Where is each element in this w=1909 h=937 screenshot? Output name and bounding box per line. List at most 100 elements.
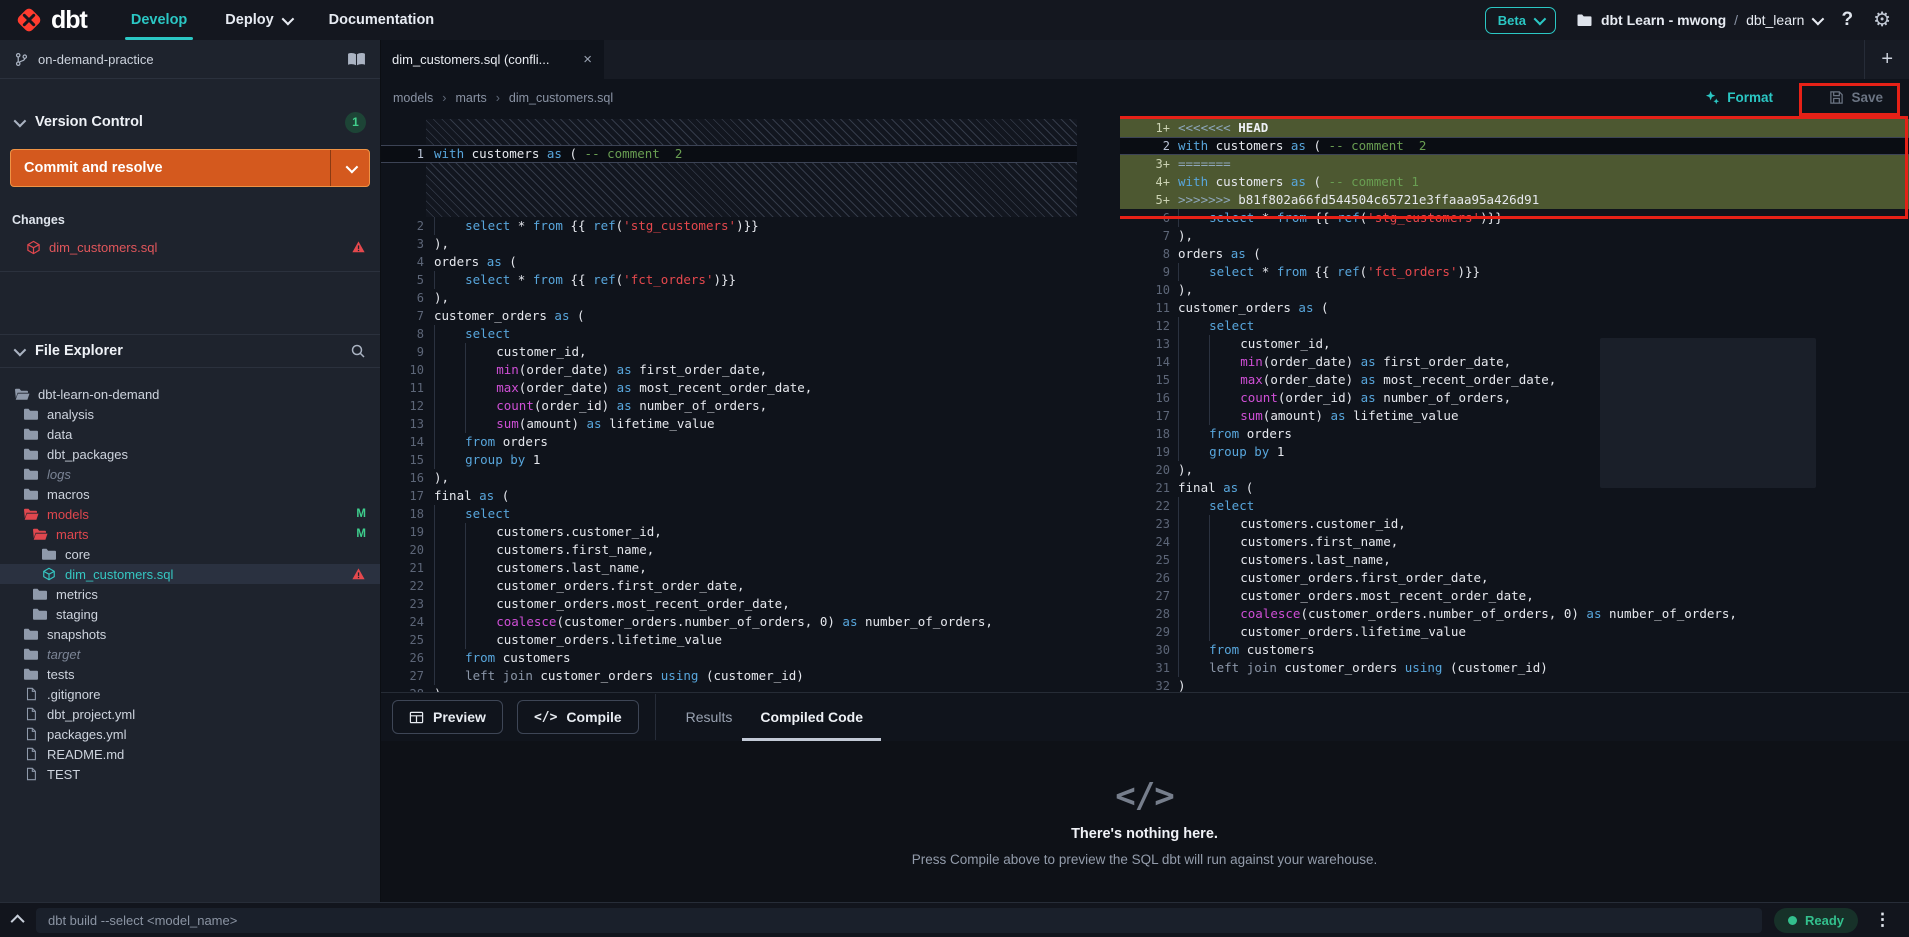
code-line-8[interactable]: 8 select	[380, 325, 1077, 343]
code-line-23[interactable]: 23 customer_orders.most_recent_order_dat…	[380, 595, 1077, 613]
breadcrumb-file[interactable]: dim_customers.sql	[509, 91, 613, 105]
editor-pane-right[interactable]: 1+<<<<<<< HEAD2with customers as ( -- co…	[1120, 116, 1909, 692]
code-line-27[interactable]: 27 left join customer_orders using (cust…	[380, 667, 1077, 685]
code-line-7[interactable]: 7),	[1120, 227, 1909, 245]
code-line-22[interactable]: 22 customer_orders.first_order_date,	[380, 577, 1077, 595]
tree-item-dbt-learn-on-demand[interactable]: dbt-learn-on-demand	[0, 384, 380, 404]
preview-button[interactable]: Preview	[392, 700, 503, 734]
nav-develop[interactable]: Develop	[131, 0, 187, 40]
tree-item-TEST[interactable]: TEST	[0, 764, 380, 784]
code-line-5[interactable]: 5 select * from {{ ref('fct_orders')}}	[380, 271, 1077, 289]
tree-item-target[interactable]: target	[0, 644, 380, 664]
tree-item-models[interactable]: modelsM	[0, 504, 380, 524]
close-icon[interactable]: ×	[583, 51, 592, 68]
code-line-12[interactable]: 12 select	[1120, 317, 1909, 335]
code-line-9[interactable]: 9 customer_id,	[380, 343, 1077, 361]
code-line-24[interactable]: 24 coalesce(customer_orders.number_of_or…	[380, 613, 1077, 631]
tree-item-packages.yml[interactable]: packages.yml	[0, 724, 380, 744]
tree-item-tests[interactable]: tests	[0, 664, 380, 684]
dbt-logo[interactable]: dbt	[0, 5, 97, 35]
code-line-4[interactable]: 4orders as (	[380, 253, 1077, 271]
code-line-28[interactable]: 28)	[380, 685, 1077, 692]
code-line-32[interactable]: 32)	[1120, 677, 1909, 692]
changed-file-row[interactable]: dim_customers.sql	[0, 235, 380, 259]
code-line-31[interactable]: 31 left join customer_orders using (cust…	[1120, 659, 1909, 677]
chevron-up-icon[interactable]	[11, 914, 25, 928]
code-line-26[interactable]: 26 from customers	[380, 649, 1077, 667]
nav-deploy[interactable]: Deploy	[225, 0, 290, 40]
code-line-2[interactable]: 2 select * from {{ ref('stg_customers')}…	[380, 217, 1077, 235]
help-icon[interactable]: ?	[1841, 9, 1853, 31]
tree-item-data[interactable]: data	[0, 424, 380, 444]
code-line-23[interactable]: 23 customers.customer_id,	[1120, 515, 1909, 533]
code-line-28[interactable]: 28 coalesce(customer_orders.number_of_or…	[1120, 605, 1909, 623]
code-line-13[interactable]: 13 sum(amount) as lifetime_value	[380, 415, 1077, 433]
tree-item-core[interactable]: core	[0, 544, 380, 564]
tree-item-README.md[interactable]: README.md	[0, 744, 380, 764]
commit-dropdown-toggle[interactable]	[330, 150, 369, 186]
code-line-26[interactable]: 26 customer_orders.first_order_date,	[1120, 569, 1909, 587]
tab-dim-customers[interactable]: dim_customers.sql (confli... ×	[380, 40, 604, 79]
tree-item-dim_customers.sql[interactable]: dim_customers.sql	[0, 564, 380, 584]
code-line-8[interactable]: 8orders as (	[1120, 245, 1909, 263]
tree-item-marts[interactable]: martsM	[0, 524, 380, 544]
code-line-5[interactable]: 5+>>>>>>> b81f802a66fd544504c65721e3ffaa…	[1120, 191, 1909, 209]
tree-item-staging[interactable]: staging	[0, 604, 380, 624]
gear-icon[interactable]: ⚙	[1873, 10, 1891, 30]
status-badge[interactable]: Ready	[1774, 908, 1858, 933]
branch-selector[interactable]: on-demand-practice	[0, 40, 380, 79]
code-line-11[interactable]: 11 max(order_date) as most_recent_order_…	[380, 379, 1077, 397]
code-editor[interactable]: 1with customers as ( -- comment 2 2 selec…	[380, 116, 1909, 692]
tree-item-macros[interactable]: macros	[0, 484, 380, 504]
code-line-14[interactable]: 14 from orders	[380, 433, 1077, 451]
code-line-6[interactable]: 6 select * from {{ ref('stg_customers')}…	[1120, 209, 1909, 227]
code-line-15[interactable]: 15 group by 1	[380, 451, 1077, 469]
tree-item-snapshots[interactable]: snapshots	[0, 624, 380, 644]
format-button[interactable]: Format	[1705, 79, 1773, 116]
breadcrumb-models[interactable]: models	[393, 91, 433, 105]
code-line-25[interactable]: 25 customers.last_name,	[1120, 551, 1909, 569]
code-line-6[interactable]: 6),	[380, 289, 1077, 307]
commit-and-resolve-button[interactable]: Commit and resolve	[10, 149, 370, 187]
code-line-3[interactable]: 3+=======	[1120, 155, 1909, 173]
save-button[interactable]: Save	[1829, 79, 1883, 116]
code-line-12[interactable]: 12 count(order_id) as number_of_orders,	[380, 397, 1077, 415]
beta-toggle[interactable]: Beta	[1485, 7, 1556, 34]
code-line-17[interactable]: 17final as (	[380, 487, 1077, 505]
file-explorer-header[interactable]: File Explorer	[0, 334, 380, 368]
code-line-30[interactable]: 30 from customers	[1120, 641, 1909, 659]
tab-compiled-code[interactable]: Compiled Code	[746, 693, 877, 741]
editor-pane-left[interactable]: 1with customers as ( -- comment 2 2 selec…	[380, 116, 1077, 692]
code-line-16[interactable]: 16),	[380, 469, 1077, 487]
code-line-10[interactable]: 10 min(order_date) as first_order_date,	[380, 361, 1077, 379]
code-line-1[interactable]: 1+<<<<<<< HEAD	[1120, 119, 1909, 137]
new-tab-button[interactable]: +	[1864, 40, 1909, 79]
account-project-switcher[interactable]: dbt Learn - mwong / dbt_learn	[1576, 12, 1822, 28]
tree-item-analysis[interactable]: analysis	[0, 404, 380, 424]
search-icon[interactable]	[350, 343, 366, 359]
docs-book-icon[interactable]	[347, 52, 366, 67]
tab-results[interactable]: Results	[672, 693, 747, 741]
code-line-24[interactable]: 24 customers.first_name,	[1120, 533, 1909, 551]
code-line-1[interactable]: 1with customers as ( -- comment 2	[380, 145, 1077, 163]
code-line-2[interactable]: 2with customers as ( -- comment 2	[1120, 137, 1909, 155]
code-line-20[interactable]: 20 customers.first_name,	[380, 541, 1077, 559]
code-line-25[interactable]: 25 customer_orders.lifetime_value	[380, 631, 1077, 649]
code-line-27[interactable]: 27 customer_orders.most_recent_order_dat…	[1120, 587, 1909, 605]
code-line-7[interactable]: 7customer_orders as (	[380, 307, 1077, 325]
compile-button[interactable]: </> Compile	[517, 700, 639, 734]
code-line-3[interactable]: 3),	[380, 235, 1077, 253]
commit-button-label[interactable]: Commit and resolve	[11, 150, 330, 186]
version-control-header[interactable]: Version Control 1	[0, 107, 380, 137]
code-line-22[interactable]: 22 select	[1120, 497, 1909, 515]
kebab-menu-icon[interactable]: ⋮	[1870, 910, 1895, 930]
nav-documentation[interactable]: Documentation	[329, 0, 435, 40]
code-line-9[interactable]: 9 select * from {{ ref('fct_orders')}}	[1120, 263, 1909, 281]
tree-item-dbt_project.yml[interactable]: dbt_project.yml	[0, 704, 380, 724]
code-line-4[interactable]: 4+with customers as ( -- comment 1	[1120, 173, 1909, 191]
tree-item-metrics[interactable]: metrics	[0, 584, 380, 604]
code-line-11[interactable]: 11customer_orders as (	[1120, 299, 1909, 317]
code-line-19[interactable]: 19 customers.customer_id,	[380, 523, 1077, 541]
tree-item-logs[interactable]: logs	[0, 464, 380, 484]
code-line-21[interactable]: 21 customers.last_name,	[380, 559, 1077, 577]
